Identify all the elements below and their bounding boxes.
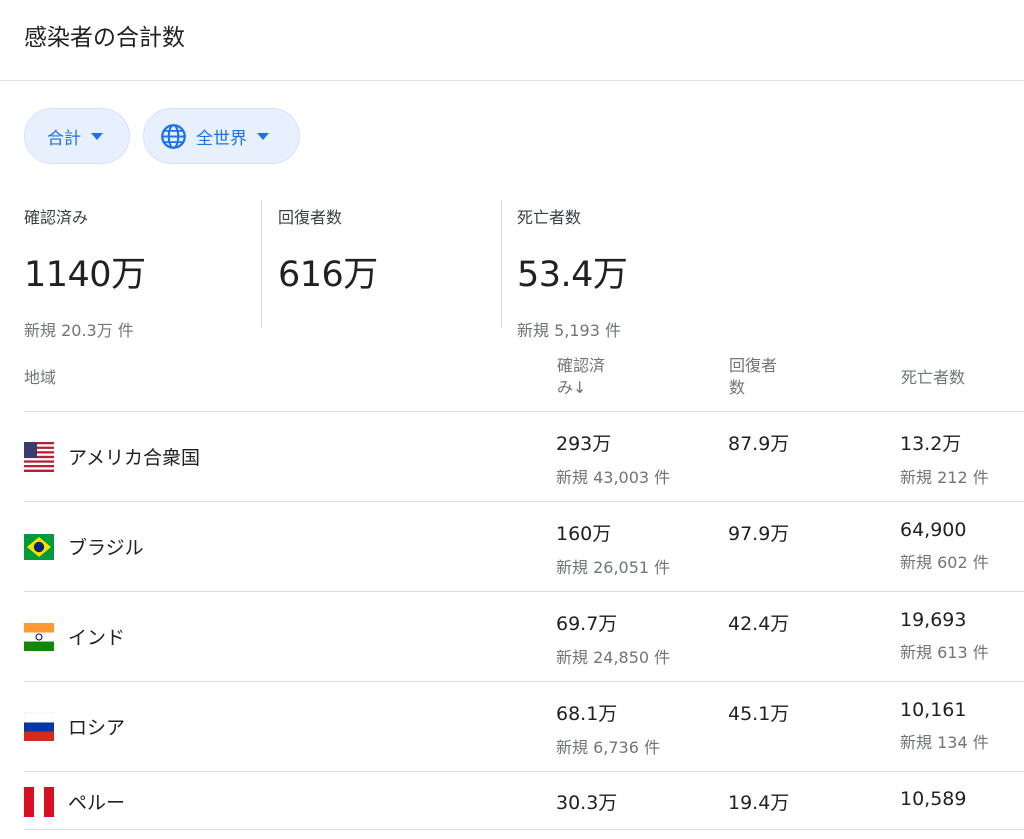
stat-recovered: 回復者数 616万 [278,197,378,297]
recovered-value: 42.4万 [728,613,790,635]
confirmed-new: 新規 43,003 件 [556,468,671,487]
stat-confirmed-label: 確認済み [24,208,89,227]
confirmed-value: 160万 [556,523,612,545]
table-header: 地域 確認済 み↓ 回復者 数 死亡者数 [24,346,1024,412]
recovered-cell: 19.4万 [728,788,789,815]
page-title: 感染者の合計数 [24,25,185,51]
stat-deaths-new: 新規 5,193 件 [517,321,621,340]
header-confirmed-line2: み↓ [557,378,587,397]
br-flag-icon [24,534,54,560]
header-confirmed-sort[interactable]: 確認済 み↓ [557,355,605,399]
stat-recovered-value: 616万 [278,255,378,295]
deaths-new: 新規 212 件 [900,468,989,487]
ru-flag-icon [24,712,54,741]
confirmed-cell: 160万 新規 26,051 件 [556,519,670,578]
deaths-cell: 10,589 [900,788,966,810]
total-filter-button[interactable]: 合計 [24,108,130,164]
deaths-value: 19,693 [900,609,967,631]
confirmed-value: 69.7万 [556,613,618,635]
stat-recovered-label: 回復者数 [278,208,343,227]
globe-icon [161,123,186,149]
recovered-value: 87.9万 [728,433,790,455]
confirmed-cell: 293万 新規 43,003 件 [556,429,670,488]
confirmed-cell: 69.7万 新規 24,850 件 [556,609,670,668]
recovered-value: 19.4万 [728,792,790,814]
deaths-value: 10,161 [900,699,967,721]
confirmed-value: 68.1万 [556,703,618,725]
deaths-value: 13.2万 [900,433,962,455]
stat-divider [261,200,262,328]
country-name: ペルー [68,792,126,814]
header-region: 地域 [24,368,57,387]
total-filter-label: 合計 [47,128,81,149]
in-flag-icon [24,623,54,651]
deaths-value: 10,589 [900,788,967,810]
table-row[interactable]: ペルー 30.3万 19.4万 10,589 [24,772,1024,830]
stat-confirmed-new: 新規 20.3万 件 [24,321,134,340]
header-deaths-sort[interactable]: 死亡者数 [901,367,965,389]
header-recovered-line2: 数 [729,378,746,397]
region-filter-button[interactable]: 全世界 [143,108,300,164]
confirmed-new: 新規 6,736 件 [556,738,660,757]
country-name: アメリカ合衆国 [68,447,201,469]
region-filter-label: 全世界 [196,128,247,149]
country-name: ブラジル [68,537,144,559]
us-flag-icon [24,442,54,472]
stat-confirmed-value: 1140万 [24,255,146,295]
deaths-new: 新規 602 件 [900,553,989,572]
recovered-value: 97.9万 [728,523,790,545]
stat-divider [501,200,502,328]
deaths-cell: 10,161 新規 134 件 [900,699,989,753]
deaths-cell: 19,693 新規 613 件 [900,609,989,663]
deaths-value: 64,900 [900,519,967,541]
table-row[interactable]: ブラジル 160万 新規 26,051 件 97.9万 64,900 新規 60… [24,502,1024,592]
header-confirmed-line1: 確認済 [557,356,606,375]
stat-deaths: 死亡者数 53.4万 新規 5,193 件 [517,197,628,341]
caret-down-icon [91,132,103,140]
confirmed-value: 30.3万 [556,792,618,814]
header-recovered-line1: 回復者 [729,356,778,375]
recovered-cell: 87.9万 [728,429,789,456]
stat-deaths-label: 死亡者数 [517,208,582,227]
country-name: インド [68,627,126,649]
page-header: 感染者の合計数 [0,0,1024,81]
table-row[interactable]: アメリカ合衆国 293万 新規 43,003 件 87.9万 13.2万 新規 … [24,412,1024,502]
confirmed-cell: 68.1万 新規 6,736 件 [556,699,660,758]
deaths-cell: 13.2万 新規 212 件 [900,429,989,488]
confirmed-new: 新規 26,051 件 [556,558,671,577]
confirmed-new: 新規 24,850 件 [556,648,671,667]
deaths-new: 新規 613 件 [900,643,989,662]
recovered-cell: 42.4万 [728,609,789,636]
cases-table: 地域 確認済 み↓ 回復者 数 死亡者数 アメリカ合衆国 293万 新規 43,… [24,346,1024,830]
confirmed-value: 293万 [556,433,612,455]
stat-deaths-value: 53.4万 [517,255,628,295]
table-row[interactable]: インド 69.7万 新規 24,850 件 42.4万 19,693 新規 61… [24,592,1024,682]
recovered-value: 45.1万 [728,703,790,725]
recovered-cell: 45.1万 [728,699,789,726]
header-recovered-sort[interactable]: 回復者 数 [729,355,777,399]
stat-confirmed: 確認済み 1140万 新規 20.3万 件 [24,197,146,341]
deaths-new: 新規 134 件 [900,733,989,752]
table-row[interactable]: ロシア 68.1万 新規 6,736 件 45.1万 10,161 新規 134… [24,682,1024,772]
deaths-cell: 64,900 新規 602 件 [900,519,989,573]
filter-bar: 合計 全世界 [0,81,1024,164]
pe-flag-icon [24,787,54,817]
recovered-cell: 97.9万 [728,519,789,546]
confirmed-cell: 30.3万 [556,788,617,815]
country-name: ロシア [68,717,126,739]
summary-stats: 確認済み 1140万 新規 20.3万 件 回復者数 616万 死亡者数 53.… [0,197,1024,347]
caret-down-icon [257,132,269,140]
